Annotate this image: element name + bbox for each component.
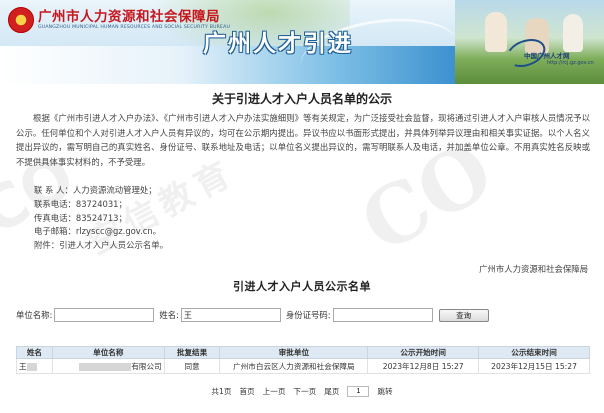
- cell-unit: 有限公司: [51, 358, 165, 374]
- contact-person: 联 系 人：人力资源流动管理处；: [34, 185, 157, 195]
- site-url: http://rcj.gz.gov.cn: [547, 60, 594, 66]
- contact-email: 电子邮箱：rlzyscc@gz.gov.cn。: [34, 226, 162, 237]
- column-header-unit: 单位名称: [51, 346, 165, 359]
- cell-result: 同意: [163, 358, 221, 374]
- unit-name-input[interactable]: [54, 308, 155, 322]
- id-label: 身份证号码:: [285, 310, 331, 320]
- page-number-input[interactable]: [347, 386, 370, 397]
- attachment-note: 附件：引进人才入户人员公示名单。: [34, 240, 168, 251]
- prev-page-link[interactable]: 上一页: [263, 386, 286, 397]
- search-button[interactable]: 查询: [438, 308, 489, 322]
- first-page-link[interactable]: 首页: [239, 386, 254, 397]
- id-number-input[interactable]: [332, 308, 433, 322]
- column-header-start: 公示开始时间: [367, 346, 480, 359]
- person-name-input[interactable]: [180, 308, 281, 322]
- list-title: 引进人才入户人员公示名单: [233, 280, 371, 293]
- notice-title: 关于引进人才入户人员名单的公示: [211, 92, 392, 106]
- next-page-link[interactable]: 下一页: [293, 386, 316, 397]
- column-header-end: 公示结束时间: [478, 346, 590, 359]
- bureau-name-english: GUANGZHOU MUNICIPAL HUMAN RESOURCES AND …: [38, 25, 231, 30]
- bureau-name: 广州市人力资源和社会保障局: [38, 9, 220, 25]
- column-header-name: 姓名: [16, 346, 53, 359]
- table-header-row: 姓名 单位名称 批复结果 审批单位 公示开始时间 公示结束时间: [16, 346, 590, 359]
- column-header-result: 批复结果: [163, 346, 221, 359]
- contact-fax: 传真电话：83524713；: [34, 212, 127, 223]
- header-banner: 广州市人力资源和社会保障局 GUANGZHOU MUNICIPAL HUMAN …: [0, 0, 604, 84]
- cell-unit-text: 有限公司: [131, 361, 162, 371]
- contact-phone: 联系电话：83724031；: [34, 198, 127, 209]
- last-page-link[interactable]: 尾页: [324, 386, 339, 397]
- banner-slogan: 广州人才引进: [203, 31, 353, 57]
- cell-approver: 广州市白云区人力资源和社会保障局: [219, 358, 369, 374]
- bureau-emblem-icon: [8, 7, 34, 33]
- search-form: 单位名称: 姓名: 身份证号码: 查询: [16, 307, 489, 323]
- cell-name: 王: [16, 358, 53, 374]
- redaction-mark: [79, 362, 132, 371]
- name-label: 姓名:: [159, 310, 179, 320]
- column-header-approver: 审批单位: [219, 346, 369, 359]
- pagination: 共1页 首页 上一页 下一页 尾页 跳转: [0, 386, 604, 397]
- notice-signature: 广州市人力资源和社会保障局: [479, 264, 588, 274]
- redaction-mark: [26, 362, 37, 371]
- notice-body: 根据《广州市引进人才入户办法》、《广州市引进人才入户办法实施细则》等有关规定，为…: [16, 113, 590, 167]
- cell-end: 2023年12月15日 15:27: [478, 358, 590, 374]
- cell-start: 2023年12月8日 15:27: [367, 358, 480, 374]
- unit-label: 单位名称:: [16, 310, 53, 320]
- contact-info: 联 系 人：人力资源流动管理处； 联系电话：83724031； 传真电话：835…: [34, 184, 168, 253]
- result-table: 姓名 单位名称 批复结果 审批单位 公示开始时间 公示结束时间 王 有限公司 同…: [16, 346, 590, 374]
- cell-name-text: 王: [19, 361, 27, 371]
- site-name: 中国广州人才网: [524, 52, 570, 60]
- page-total: 共1页: [211, 387, 232, 396]
- jump-link[interactable]: 跳转: [377, 386, 392, 397]
- table-row: 王 有限公司 同意 广州市白云区人力资源和社会保障局 2023年12月8日 15…: [16, 358, 590, 374]
